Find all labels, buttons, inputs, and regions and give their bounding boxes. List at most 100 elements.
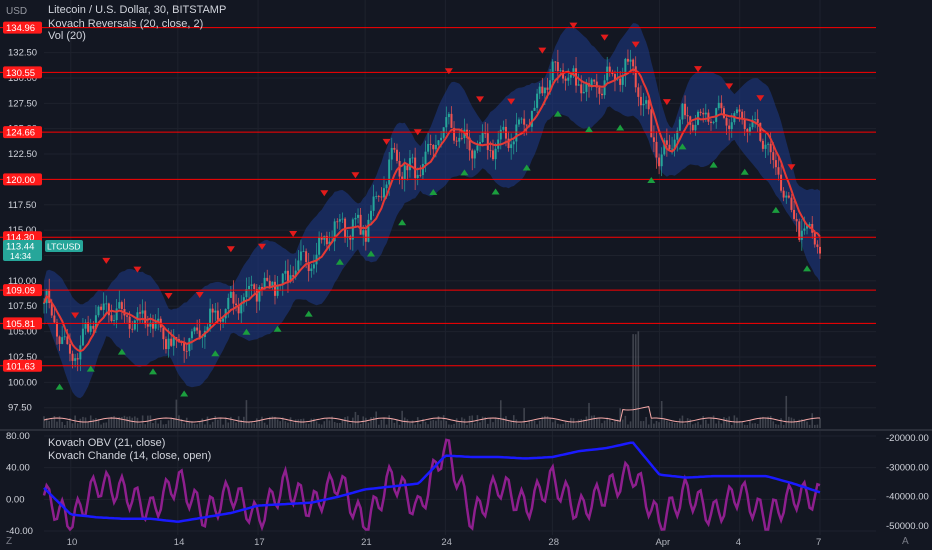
indicator-kovach-obv[interactable]: Kovach OBV (21, close)	[48, 437, 165, 449]
time-tick-label-2: 17	[254, 537, 265, 548]
volume-bar	[154, 420, 157, 428]
indicator-kovach-reversals[interactable]: Kovach Reversals (20, close, 2)	[48, 18, 203, 30]
candle-body	[460, 137, 463, 139]
indicator-kovach-chande[interactable]: Kovach Chande (14, close, open)	[48, 450, 211, 462]
price-tick-label-10: 122.50	[8, 149, 37, 160]
candle-body	[699, 111, 702, 113]
candle-body	[717, 102, 720, 109]
candle-body	[813, 232, 816, 245]
volume-bar	[263, 422, 266, 428]
candle-body	[489, 149, 492, 151]
candle-body	[665, 140, 668, 145]
candle-body	[349, 236, 352, 240]
chart-canvas[interactable]: 97.50100.00102.50105.00107.50110.00112.5…	[0, 0, 932, 550]
volume-bar	[793, 418, 795, 428]
volume-bar	[230, 416, 232, 428]
volume-bar	[640, 421, 642, 428]
indicator-volume[interactable]: Vol (20)	[48, 30, 86, 42]
auto-scale-badge[interactable]: A	[902, 536, 909, 547]
price-tick-label-4: 107.50	[8, 301, 37, 312]
volume-bar	[746, 424, 749, 428]
volume-bar	[554, 420, 557, 428]
candle-body	[756, 119, 759, 123]
candle-body	[222, 318, 225, 322]
candle-body	[510, 144, 513, 149]
volume-bar	[782, 424, 785, 428]
symbol-title[interactable]: Litecoin / U.S. Dollar, 30, BITSTAMP	[48, 4, 226, 16]
candle-body	[336, 221, 339, 223]
volume-bar	[209, 424, 211, 428]
candle-body	[193, 327, 196, 332]
volume-bar	[751, 423, 754, 428]
candle-body	[351, 219, 354, 240]
candle-body	[89, 325, 92, 332]
candle-body	[214, 310, 217, 313]
volume-bar	[450, 424, 453, 428]
volume-bar	[743, 424, 746, 428]
candle-body	[105, 303, 108, 305]
symbol-tag-text: LTCUSD	[47, 241, 80, 251]
volume-bar	[398, 424, 401, 428]
volume-bar	[323, 421, 326, 428]
volume-bar	[606, 417, 608, 428]
candle-body	[139, 312, 142, 314]
volume-bar	[697, 421, 699, 428]
candle-body	[536, 93, 539, 108]
candle-body	[63, 336, 66, 338]
candle-body	[538, 86, 541, 94]
osc-left-tick-0: 80.00	[6, 431, 30, 442]
candle-body	[323, 235, 326, 240]
volume-bar	[795, 421, 798, 428]
volume-bar	[115, 418, 118, 428]
volume-bar	[61, 421, 63, 428]
time-tick-label-6: Apr	[655, 537, 670, 548]
volume-bar	[315, 421, 318, 428]
volume-bar	[71, 423, 74, 428]
candle-body	[71, 353, 74, 361]
volume-bar	[136, 417, 139, 428]
candle-body	[100, 306, 103, 310]
volume-bar	[673, 423, 676, 428]
candle-body	[302, 251, 305, 253]
timezone-badge[interactable]: Z	[6, 536, 12, 547]
candle-body	[735, 109, 738, 114]
candle-body	[600, 93, 603, 96]
level-tag-text-6: 105.81	[6, 319, 35, 330]
volume-bar	[518, 423, 520, 428]
candle-body	[58, 336, 61, 344]
volume-bar	[567, 422, 570, 428]
candle-body	[450, 113, 453, 128]
volume-bar	[476, 415, 479, 428]
candle-body	[102, 303, 105, 310]
candle-body	[793, 209, 796, 219]
osc-right-tick-0: -20000.00	[886, 433, 929, 444]
candle-body	[255, 288, 258, 302]
volume-bar	[206, 416, 209, 428]
volume-bar	[243, 416, 245, 428]
volume-bar	[461, 417, 463, 428]
volume-bar	[266, 424, 268, 428]
candle-body	[603, 80, 606, 96]
volume-bar	[344, 417, 346, 428]
candle-body	[598, 87, 601, 94]
candle-body	[702, 112, 705, 115]
volume-bar	[217, 419, 219, 428]
candle-body	[660, 154, 663, 167]
volume-bar	[235, 422, 237, 428]
candle-body	[668, 144, 671, 150]
candle-body	[785, 195, 788, 198]
candle-body	[523, 118, 526, 125]
candle-body	[445, 117, 448, 128]
volume-bar	[43, 416, 45, 428]
candle-body	[606, 66, 609, 81]
candle-body	[761, 140, 764, 149]
candle-body	[372, 196, 375, 211]
volume-bar	[224, 417, 227, 428]
volume-bar	[292, 422, 294, 428]
volume-bar	[128, 416, 131, 428]
candle-body	[767, 143, 770, 145]
candle-body	[235, 303, 238, 306]
candle-body	[164, 339, 167, 350]
volume-bar	[250, 421, 253, 428]
volume-bar	[258, 420, 261, 428]
